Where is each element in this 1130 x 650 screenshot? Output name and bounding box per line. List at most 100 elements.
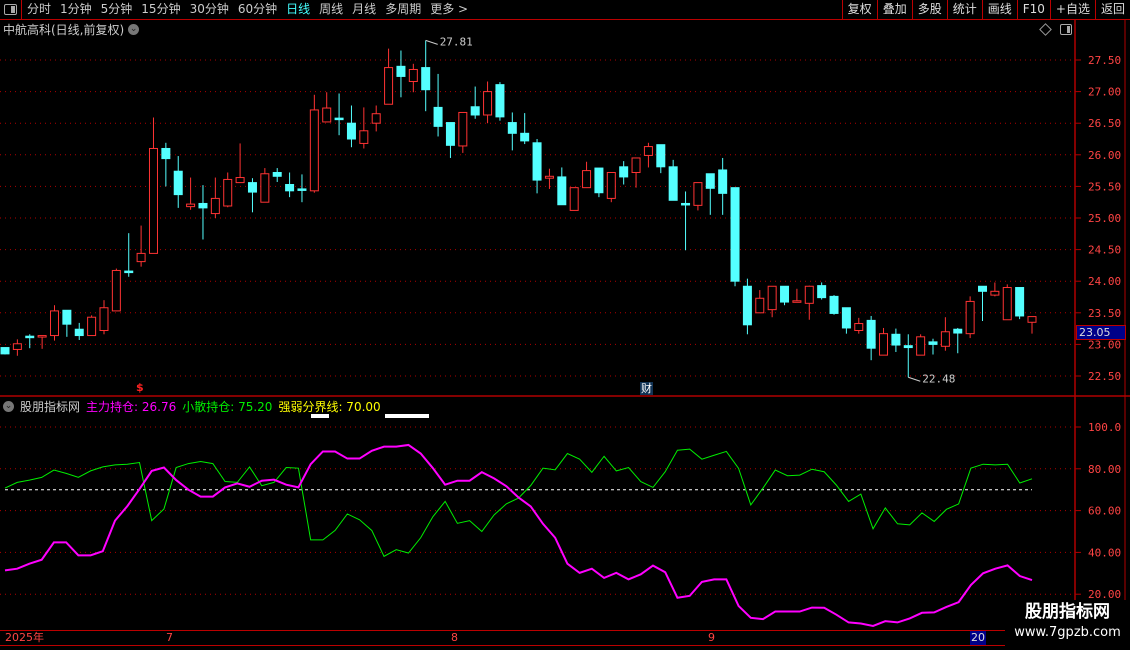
kline-chart[interactable]: 27.50 27.00 26.50 26.00 25.50 25.00 24.50 24.00…	[0, 0, 1130, 650]
candle-down	[928, 341, 938, 345]
price-axis-label: 25.00	[1088, 212, 1121, 225]
indicator-axis-label: 100.0	[1088, 421, 1121, 434]
price-axis-label: 24.50	[1088, 244, 1121, 257]
candle-down	[297, 188, 307, 191]
candle-down	[396, 65, 406, 77]
candle-down	[656, 144, 666, 168]
candle-up	[854, 323, 864, 331]
watermark-url: www.7gpzb.com	[1014, 625, 1121, 640]
candle-up	[87, 316, 97, 337]
candle-down	[173, 170, 183, 196]
candle-up	[643, 146, 653, 156]
candle-down	[470, 106, 480, 116]
retail-position-label: 小散持仓: 75.20	[182, 400, 273, 414]
candle-down	[681, 202, 691, 206]
candle-down	[742, 285, 752, 326]
candle-down	[433, 106, 443, 127]
candle-down	[532, 142, 542, 181]
date-axis: 2025年 7 8 9 20	[0, 630, 1075, 646]
candle-down	[817, 285, 827, 299]
event-marker-s[interactable]: $	[136, 381, 144, 394]
candle-down	[247, 182, 257, 193]
candle-down	[730, 187, 740, 282]
candle-down	[594, 167, 604, 194]
candle-down	[780, 285, 790, 303]
candle-up	[309, 109, 319, 192]
indicator-name[interactable]: 股朋指标网	[20, 398, 80, 415]
candle-up	[879, 333, 889, 356]
candle-down	[978, 285, 988, 292]
candle-up	[384, 67, 394, 105]
price-axis-label: 27.00	[1088, 86, 1121, 99]
date-label-month-9: 9	[708, 631, 715, 644]
indicator-axis-label: 60.00	[1088, 505, 1121, 518]
candle-down	[903, 345, 913, 349]
threshold-label: 强弱分界线: 70.00	[278, 400, 381, 414]
candle-up	[186, 203, 196, 208]
candle-down	[841, 307, 851, 329]
candle-up	[990, 290, 1000, 296]
candle-up	[458, 111, 468, 147]
candle-up	[99, 307, 109, 331]
watermark-name: 股朋指标网	[1025, 602, 1110, 622]
candle-up	[210, 197, 220, 215]
chevron-down-icon[interactable]: ⌄	[3, 401, 14, 412]
high-price-label: 27.81	[440, 35, 473, 48]
candle-down	[161, 147, 171, 160]
date-cursor-label: 20	[970, 631, 986, 645]
candle-down	[619, 166, 629, 178]
candle-up	[631, 157, 641, 173]
candle-up	[767, 285, 777, 311]
date-label-month-7: 7	[166, 631, 173, 644]
candle-down	[421, 67, 431, 91]
price-axis-label: 23.50	[1088, 307, 1121, 320]
candle-up	[569, 187, 579, 211]
candle-up	[755, 297, 765, 314]
finance-marker[interactable]: 财	[640, 382, 653, 395]
candle-down	[124, 270, 134, 274]
main-position-label: 主力持仓: 26.76	[86, 400, 177, 414]
candle-down	[866, 319, 876, 349]
candle-down	[495, 84, 505, 118]
indicator-axis-label: 40.00	[1088, 546, 1121, 559]
candle-down	[1015, 287, 1025, 317]
candle-down	[74, 328, 84, 337]
price-axis-label: 27.50	[1088, 54, 1121, 67]
candle-down	[334, 117, 344, 121]
candle-up	[235, 177, 245, 184]
candle-down	[953, 328, 963, 334]
candle-down	[62, 309, 72, 325]
price-axis-label: 23.00	[1088, 338, 1121, 351]
candle-up	[606, 171, 616, 199]
candle-down	[520, 132, 530, 142]
candle-down	[705, 173, 715, 189]
candle-up	[260, 173, 270, 203]
candle-down	[346, 122, 356, 140]
price-axis-label: 24.00	[1088, 275, 1121, 288]
candle-up	[322, 107, 332, 123]
candle-up	[136, 252, 146, 263]
candle-up	[223, 178, 233, 207]
candle-down	[891, 333, 901, 346]
price-axis-label: 25.50	[1088, 180, 1121, 193]
candle-down	[445, 122, 455, 146]
low-price-label: 22.48	[922, 372, 955, 385]
candle-down	[25, 335, 35, 339]
candle-up	[111, 269, 121, 312]
retail-position-line	[4, 448, 1033, 558]
indicator-axis-label: 80.00	[1088, 463, 1121, 476]
high-arrow-icon	[425, 39, 438, 45]
candle-up	[359, 130, 369, 144]
signal-bar	[385, 414, 429, 418]
candle-down	[507, 122, 517, 134]
candle-up	[1002, 287, 1012, 321]
candle-down	[718, 169, 728, 194]
candle-up	[37, 335, 47, 338]
candle-up	[371, 113, 381, 124]
low-arrow-icon	[908, 376, 921, 382]
date-label-year: 2025年	[5, 631, 44, 644]
candle-up	[582, 170, 592, 189]
price-axis-label: 26.50	[1088, 117, 1121, 130]
main-position-line	[4, 443, 1033, 628]
candle-down	[829, 295, 839, 314]
